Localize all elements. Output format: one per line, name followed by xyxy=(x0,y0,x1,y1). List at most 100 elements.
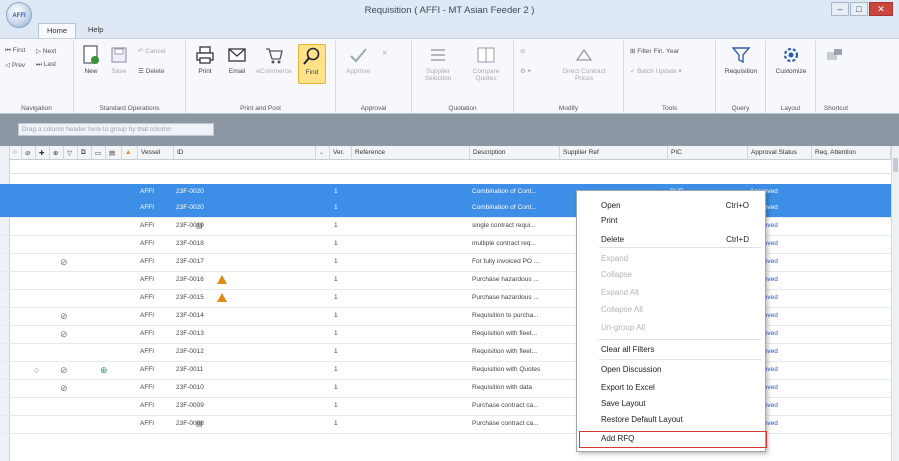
vertical-scrollbar[interactable] xyxy=(891,146,899,461)
network-column-icon[interactable]: ⊕ xyxy=(50,146,64,160)
ecommerce-label: eCommerce xyxy=(256,68,292,75)
attachment-icon[interactable]: ⊘ xyxy=(60,257,68,268)
ecommerce-button[interactable]: eCommerce xyxy=(256,44,292,75)
column-header-approval-status[interactable]: Approval Status xyxy=(748,146,812,160)
tab-home[interactable]: Home xyxy=(38,23,77,38)
download-icon[interactable]: ▤ xyxy=(196,420,203,428)
column-header-id[interactable]: ID xyxy=(174,146,316,160)
context-menu: Open Ctrl+O Print Delete Ctrl+D Expand Collaps… xyxy=(576,190,767,452)
approve-button[interactable]: Approve xyxy=(340,44,376,75)
description-cell: Purchase hazardous ... xyxy=(472,294,539,301)
column-header-supplier-ref[interactable]: Supplier Ref xyxy=(560,146,668,160)
prev-label: Prev xyxy=(11,62,26,69)
menu-item-add-rfq[interactable]: Add RFQ xyxy=(601,434,634,443)
print-button[interactable]: Print xyxy=(190,44,220,75)
column-header-req-attention[interactable]: Req. Attention xyxy=(812,146,891,160)
ver-cell: 1 xyxy=(334,312,338,319)
direct-contract-prices-button[interactable]: Direct Contract Prices xyxy=(554,44,614,82)
id-cell: 23F-0015 xyxy=(176,294,204,301)
attachment-icon[interactable]: ⊘ xyxy=(60,383,68,394)
find-button[interactable]: Find xyxy=(298,44,326,84)
network-icon[interactable]: ⊕ xyxy=(100,365,108,376)
column-header-pic[interactable]: PIC xyxy=(668,146,748,160)
column-header-reference[interactable]: Reference xyxy=(352,146,470,160)
menu-item-collapse[interactable]: Collapse xyxy=(601,270,632,279)
ver-cell: 1 xyxy=(334,294,338,301)
supplier-selection-label: Supplier Selection xyxy=(424,68,452,82)
menu-shortcut-open: Ctrl+O xyxy=(725,201,749,210)
reject-icon[interactable]: ✕ xyxy=(382,49,387,57)
download-column-icon[interactable]: ▤ xyxy=(106,146,122,160)
group-label-standard-operations: Standard Operations xyxy=(99,105,160,112)
column-header-vessel[interactable]: Vessel xyxy=(138,146,174,160)
menu-item-save-layout[interactable]: Save Layout xyxy=(601,399,645,408)
prev-button[interactable]: ◁ Prev xyxy=(5,61,25,69)
menu-item-export-to-excel[interactable]: Export to Excel xyxy=(601,383,655,392)
ver-cell: 1 xyxy=(334,188,338,195)
menu-item-un-group-all[interactable]: Un-group All xyxy=(601,323,645,332)
menu-item-clear-all-filters[interactable]: Clear all Filters xyxy=(601,345,654,354)
column-header-ver[interactable]: Ver. xyxy=(330,146,352,160)
attachment-icon[interactable]: ⊘ xyxy=(60,329,68,340)
id-cell: 23F-0011 xyxy=(176,366,204,373)
batch-update-button[interactable]: ✓ Batch Update ▾ xyxy=(630,67,682,75)
discussion-icon[interactable]: ○ xyxy=(34,365,39,375)
delete-button[interactable]: ☰ Delete xyxy=(138,67,164,75)
compare-quotes-button[interactable]: Compare Quotes xyxy=(464,44,508,82)
discussion-column-icon[interactable]: ○ xyxy=(10,146,22,160)
menu-item-delete[interactable]: Delete xyxy=(601,235,624,244)
chat-column-icon[interactable]: ▭ xyxy=(92,146,106,160)
sort-chevron-icon[interactable]: ⌄ xyxy=(316,146,330,160)
group-print-and-post: Print Email eCommerce Find Print and Pos… xyxy=(186,41,336,113)
attachment-modify-icon[interactable]: ⊘ xyxy=(520,47,525,55)
minimize-button[interactable]: – xyxy=(831,2,849,16)
last-label: Last xyxy=(43,61,56,68)
shortcut-button[interactable] xyxy=(820,44,850,68)
menu-item-expand[interactable]: Expand xyxy=(601,254,628,263)
description-cell: Combination of Cont... xyxy=(472,204,537,211)
attachment-icon[interactable]: ⊘ xyxy=(60,365,68,376)
filter-row[interactable]: ⊽ xyxy=(0,160,899,174)
pin-column-icon[interactable]: ✚ xyxy=(36,146,50,160)
scrollbar-thumb[interactable] xyxy=(893,158,898,172)
maximize-button[interactable]: □ xyxy=(850,2,868,16)
app-menu-orb[interactable]: AFFI xyxy=(6,2,32,28)
first-button[interactable]: ⏮ First xyxy=(5,47,25,55)
new-button[interactable]: New xyxy=(76,44,106,75)
download-icon[interactable]: ▤ xyxy=(196,222,203,230)
column-header-description[interactable]: Description xyxy=(470,146,560,160)
last-button[interactable]: ⏭ Last xyxy=(36,61,56,69)
vessel-cell: AFFI xyxy=(140,276,155,283)
tab-help[interactable]: Help xyxy=(80,23,111,38)
flag-column-icon[interactable]: ▽ xyxy=(64,146,78,160)
menu-item-collapse-all[interactable]: Collapse All xyxy=(601,305,643,314)
compare-quotes-label: Compare Quotes xyxy=(472,68,500,82)
cancel-button[interactable]: ↶ Cancel xyxy=(138,47,166,55)
approve-label: Approve xyxy=(345,68,371,75)
filter-fin-year-button[interactable]: ⊞ Filter Fin. Year xyxy=(630,47,679,55)
next-button[interactable]: ▷ Next xyxy=(36,47,56,55)
save-icon xyxy=(108,44,130,66)
settings-modify-icon[interactable]: ⚙ ▾ xyxy=(520,67,531,75)
next-label: Next xyxy=(42,48,57,55)
menu-item-print[interactable]: Print xyxy=(601,216,617,225)
copy-column-icon[interactable]: ⧉ xyxy=(78,146,92,160)
requisition-query-button[interactable]: Requisition xyxy=(720,44,762,75)
customize-button[interactable]: Customize xyxy=(770,44,812,75)
menu-item-expand-all[interactable]: Expand All xyxy=(601,288,639,297)
warning-column-icon[interactable]: ▲ xyxy=(122,146,138,160)
group-label-layout: Layout xyxy=(780,105,801,112)
menu-item-open[interactable]: Open xyxy=(601,201,621,210)
attachment-column-icon[interactable]: ⊘ xyxy=(22,146,36,160)
supplier-selection-button[interactable]: Supplier Selection xyxy=(416,44,460,82)
menu-item-restore-default-layout[interactable]: Restore Default Layout xyxy=(601,415,683,424)
email-label: Email xyxy=(228,68,246,75)
close-button[interactable]: ✕ xyxy=(869,2,893,16)
attachment-icon[interactable]: ⊘ xyxy=(60,311,68,322)
group-by-panel[interactable]: Drag a column header here to group by th… xyxy=(0,114,899,146)
menu-item-open-discussion[interactable]: Open Discussion xyxy=(601,365,661,374)
email-button[interactable]: Email xyxy=(222,44,252,75)
save-button[interactable]: Save xyxy=(104,44,134,75)
list-icon xyxy=(427,44,449,66)
description-cell: multiple contract req... xyxy=(472,240,536,247)
